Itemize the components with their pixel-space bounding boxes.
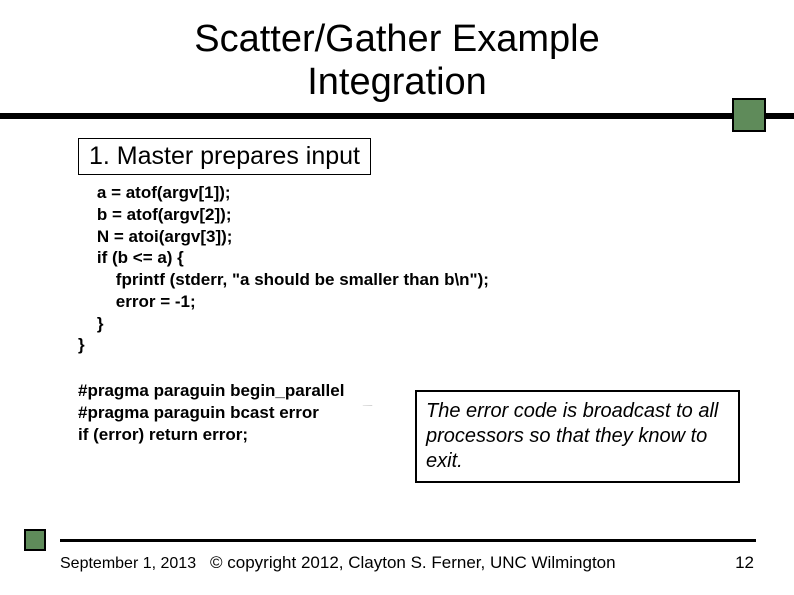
title-line-2: Integration bbox=[307, 61, 487, 103]
footer-decor-square bbox=[24, 529, 46, 551]
step-heading: 1. Master prepares input bbox=[89, 142, 360, 170]
footer-rule bbox=[60, 539, 756, 542]
title-decor-square bbox=[732, 98, 766, 132]
slide: Scatter/Gather Example Integration 1. Ma… bbox=[0, 0, 794, 595]
title-line-1: Scatter/Gather Example bbox=[194, 18, 600, 60]
page-number: 12 bbox=[735, 553, 754, 573]
footer-date: September 1, 2013 bbox=[60, 555, 196, 573]
pragma-block: #pragma paraguin begin_parallel #pragma … bbox=[78, 380, 344, 445]
slide-title: Scatter/Gather Example Integration bbox=[0, 0, 794, 103]
footer-copyright: © copyright 2012, Clayton S. Ferner, UNC… bbox=[210, 553, 616, 573]
title-rule bbox=[0, 113, 794, 119]
step-heading-box: 1. Master prepares input bbox=[78, 138, 371, 175]
callout-box: The error code is broadcast to all proce… bbox=[415, 390, 740, 483]
code-block: a = atof(argv[1]); b = atof(argv[2]); N … bbox=[78, 182, 489, 356]
callout-text: The error code is broadcast to all proce… bbox=[426, 400, 718, 472]
